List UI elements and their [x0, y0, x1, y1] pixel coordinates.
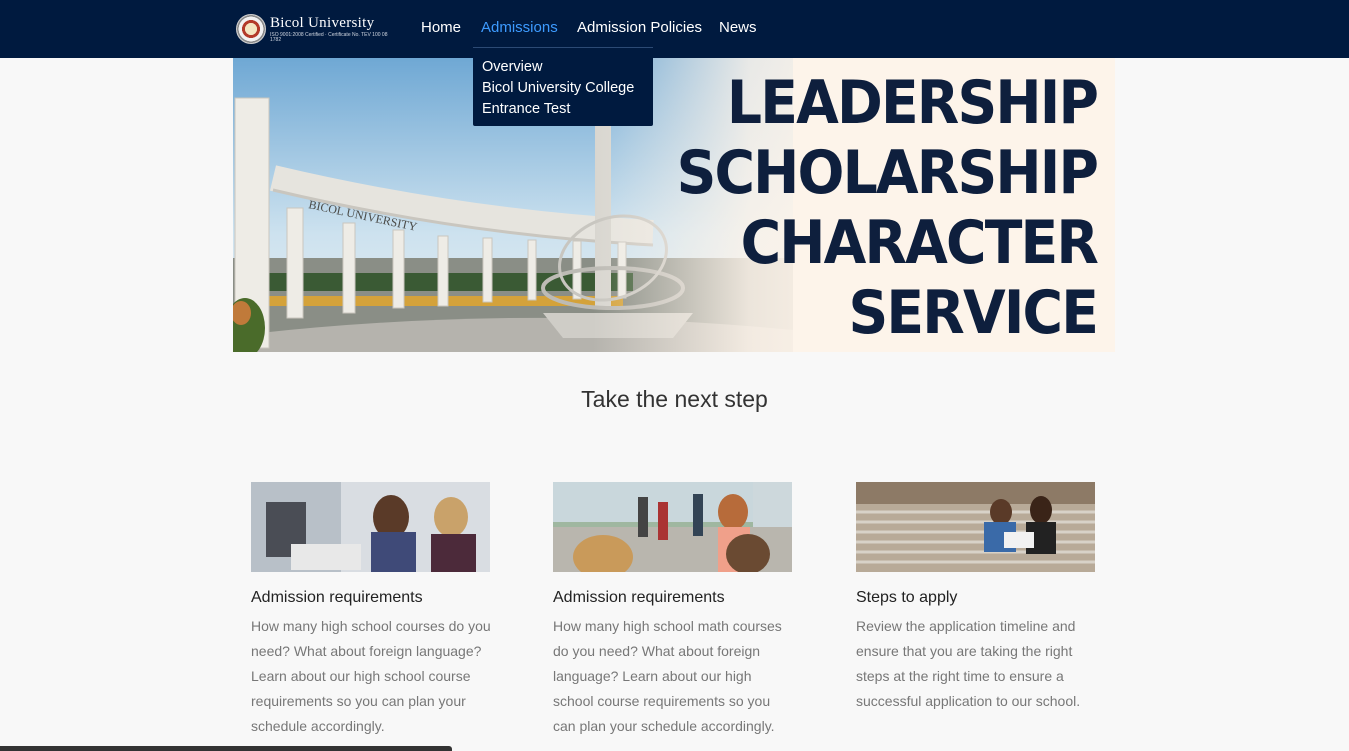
admissions-dropdown-menu: Overview Bicol University College Entran… [473, 47, 653, 126]
nav-admissions[interactable]: Admissions [481, 19, 558, 36]
section-title: Take the next step [581, 386, 768, 412]
card-description: How many high school math courses do you… [553, 618, 782, 734]
motto-character: CHARACTER [740, 208, 1099, 278]
card-steps-to-apply: Steps to apply Review the application ti… [856, 482, 1096, 714]
brand-certification: ISO 9001:2008 Certified · Certificate No… [270, 31, 388, 43]
brand-text: Bicol University ISO 9001:2008 Certified… [270, 14, 396, 43]
card-admission-requirements: Admission requirements How many high sch… [251, 482, 491, 739]
top-navbar: Bicol University ISO 9001:2008 Certified… [0, 0, 1349, 58]
card-description: How many high school courses do you need… [251, 618, 491, 734]
card-title[interactable]: Admission requirements [251, 588, 491, 608]
hero-motto: LEADERSHIP SCHOLARSHIP CHARACTER SERVICE [640, 68, 1099, 348]
card-title[interactable]: Steps to apply [856, 588, 1096, 608]
nav-admission-policies[interactable]: Admission Policies [577, 19, 702, 36]
university-seal-icon [236, 14, 266, 44]
card-admission-requirements-math: Admission requirements How many high sch… [553, 482, 793, 739]
bottom-cookie-bar [0, 746, 452, 751]
brand-logo[interactable]: Bicol University ISO 9001:2008 Certified… [236, 12, 396, 46]
motto-service: SERVICE [848, 278, 1098, 348]
brand-name: Bicol University [270, 14, 375, 31]
nav-home[interactable]: Home [421, 19, 461, 36]
card-image-students-laptop[interactable] [251, 482, 490, 572]
card-description: Review the application timeline and ensu… [856, 618, 1081, 709]
card-image-students-steps[interactable] [856, 482, 1095, 572]
nav-news[interactable]: News [719, 19, 757, 36]
hero-banner: BICOL UNIVERSITY LEADERSHIP SCHOLARSHIP … [233, 58, 1115, 352]
card-image-students-campus[interactable] [553, 482, 792, 572]
motto-leadership: LEADERSHIP [726, 68, 1099, 138]
card-title[interactable]: Admission requirements [553, 588, 793, 608]
motto-scholarship: SCHOLARSHIP [676, 138, 1099, 208]
dropdown-item-overview[interactable]: Overview [473, 57, 653, 78]
dropdown-item-entrance-test[interactable]: Bicol University College Entrance Test [473, 78, 643, 120]
